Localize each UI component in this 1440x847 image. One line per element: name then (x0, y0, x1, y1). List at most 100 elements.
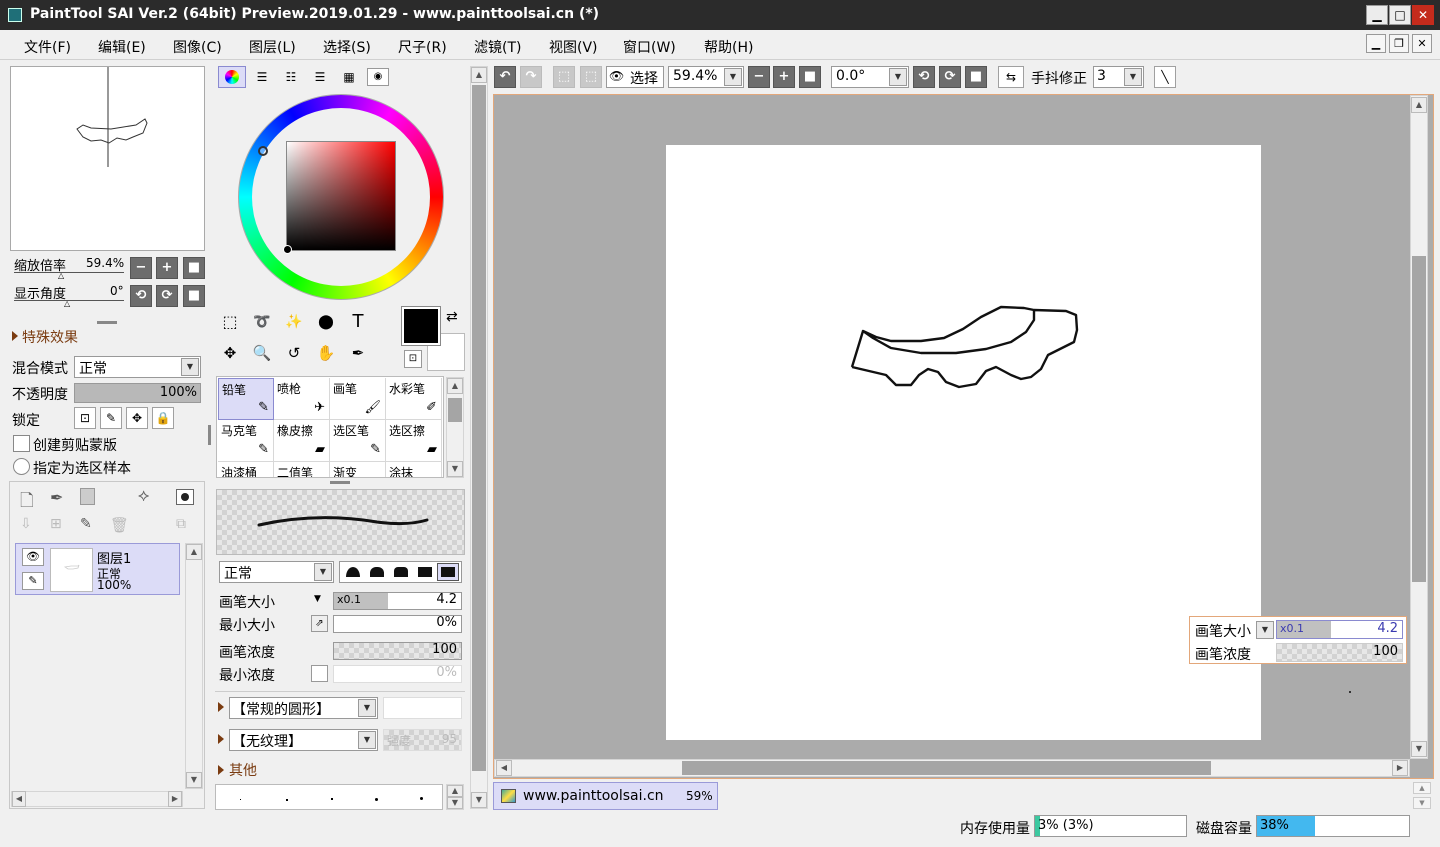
opacity-slider[interactable]: 100% (74, 383, 201, 403)
brush-density-slider[interactable]: 100 (333, 642, 462, 660)
canvas-document[interactable] (666, 145, 1261, 740)
lock-paint-icon[interactable]: ✎ (100, 407, 122, 429)
scroll-left-icon[interactable]: ◀ (12, 791, 26, 807)
special-effects-header[interactable]: 特殊效果 (22, 327, 78, 347)
layer-edit-pencil-icon[interactable]: ✎ (22, 572, 44, 590)
tool-blur[interactable]: 涂抹 (386, 462, 442, 477)
menu-layer[interactable]: 图层(L) (249, 37, 296, 57)
texture-strength-slider[interactable]: 强度 95 (383, 729, 462, 751)
doc-close-button[interactable]: ✕ (1412, 34, 1432, 53)
preset-dot[interactable] (420, 797, 423, 800)
scroll-down-icon[interactable]: ▼ (447, 797, 463, 809)
scroll-thumb[interactable] (682, 761, 1211, 775)
close-button[interactable]: ✕ (1412, 5, 1434, 25)
redo-button[interactable]: ↷ (520, 66, 542, 88)
zoom-slider-handle[interactable]: △ (58, 271, 64, 280)
expand-arrow-icon[interactable] (12, 331, 18, 341)
move-icon[interactable]: ✥ (218, 343, 242, 367)
edge-medium-icon[interactable] (370, 567, 384, 577)
brush-mode-select[interactable]: 正常 ▼ (219, 561, 334, 583)
blend-mode-select[interactable]: 正常 ▼ (74, 356, 201, 378)
new-folder-icon[interactable] (80, 488, 95, 505)
scroll-thumb[interactable] (472, 85, 486, 771)
brush-texture-select[interactable]: 【无纹理】 ▼ (229, 729, 378, 751)
transfer-down-icon[interactable]: ⇩ (20, 516, 32, 532)
preset-dot[interactable] (240, 799, 241, 800)
layer-hscrollbar[interactable]: ◀ ▶ (11, 791, 183, 807)
min-size-slider[interactable]: 0% (333, 615, 462, 633)
edge-firm-icon[interactable] (394, 567, 408, 577)
flip-horizontal-button[interactable]: ⇆ (998, 66, 1024, 88)
tool-select-eraser[interactable]: 选区擦 ▰ (386, 420, 442, 462)
edge-soft-icon[interactable] (346, 567, 360, 577)
lock-all-icon[interactable]: 🔒 (152, 407, 174, 429)
rotate-reset-button[interactable]: ■ (183, 285, 205, 307)
scroll-up-icon[interactable]: ▲ (186, 544, 202, 560)
tool-bucket[interactable]: 油漆桶 (218, 462, 274, 477)
new-layer-icon[interactable]: 🗋 (20, 488, 34, 517)
tab-scroll-down-icon[interactable]: ▼ (1413, 797, 1431, 809)
tool-binary-pen[interactable]: 二值笔 (274, 462, 330, 477)
edge-sharp-icon[interactable] (437, 563, 459, 581)
hand-icon[interactable]: ✋ (314, 343, 338, 367)
eyedropper-icon[interactable]: ✒ (346, 343, 370, 367)
preset-dot[interactable] (375, 798, 378, 801)
swap-colors-icon[interactable]: ⇄ (446, 309, 458, 325)
brush-shape-select[interactable]: 【常规的圆形】 ▼ (229, 697, 378, 719)
left-panel-splitter[interactable] (208, 425, 211, 445)
expand-arrow-icon[interactable] (218, 765, 224, 775)
scroll-down-icon[interactable]: ▼ (447, 461, 463, 477)
brush-edge-selector[interactable] (339, 561, 462, 583)
canvas-vscrollbar[interactable]: ▲ ▼ (1410, 95, 1428, 759)
size-mult-dropdown-icon[interactable]: ▼ (314, 594, 321, 604)
magic-wand-icon[interactable]: ✨ (282, 312, 306, 336)
tool-splitter[interactable] (330, 481, 350, 484)
undo-button[interactable]: ↶ (494, 66, 516, 88)
show-selection-toggle[interactable]: 👁 选择 (606, 66, 664, 88)
expand-arrow-icon[interactable] (218, 734, 224, 744)
tool-select-pen[interactable]: 选区笔 ✎ (330, 420, 386, 462)
rotate-left-button[interactable]: ⟲ (130, 285, 152, 307)
angle-slider-handle[interactable]: △ (64, 299, 70, 308)
other-settings-header[interactable]: 其他 (229, 760, 257, 780)
scroll-up-icon[interactable]: ▲ (447, 785, 463, 797)
swatches-tab[interactable]: ☰ (308, 66, 332, 88)
scroll-up-icon[interactable]: ▲ (471, 67, 487, 83)
scroll-thumb[interactable] (448, 398, 462, 422)
zoom-reset-button[interactable]: ■ (183, 257, 205, 279)
menu-view[interactable]: 视图(V) (549, 37, 598, 57)
saturation-value-square[interactable] (286, 141, 396, 251)
selection-sample-radio[interactable] (13, 458, 30, 475)
tool-eraser[interactable]: 橡皮擦 ▰ (274, 420, 330, 462)
straight-line-button[interactable]: ╲ (1154, 66, 1176, 88)
shape-icon[interactable]: ⬤ (314, 312, 338, 336)
min-density-slider[interactable]: 0% (333, 665, 462, 683)
tool-watercolor[interactable]: 水彩笔 ✐ (386, 378, 442, 420)
sv-marker[interactable] (283, 245, 292, 254)
minimize-button[interactable]: ▁ (1366, 5, 1388, 25)
zoom-slider[interactable] (14, 272, 124, 273)
toolbar-rotate-left-button[interactable]: ⟲ (913, 66, 935, 88)
scroll-down-icon[interactable]: ▼ (1411, 741, 1427, 757)
primary-color-swatch[interactable] (401, 306, 441, 346)
chevron-down-icon[interactable]: ▼ (1256, 621, 1274, 639)
scroll-left-icon[interactable]: ◀ (496, 760, 512, 776)
scratchpad-tab[interactable]: ▦ (337, 66, 361, 88)
scroll-down-icon[interactable]: ▼ (186, 772, 202, 788)
transparent-color-icon[interactable]: ⊡ (404, 350, 422, 368)
pressure-density-checkbox[interactable] (311, 665, 328, 682)
navigator-preview[interactable] (10, 66, 205, 251)
edge-hard-icon[interactable] (418, 567, 432, 577)
menu-file[interactable]: 文件(F) (24, 37, 71, 57)
doc-minimize-button[interactable]: ▁ (1366, 34, 1386, 53)
apply-mask-icon[interactable]: ⧉ (176, 516, 186, 532)
rotate-icon[interactable]: ↺ (282, 343, 306, 367)
merge-down-icon[interactable]: ⊞ (50, 516, 62, 532)
layer-row[interactable]: 👁 ✎ 图层1 正常 100% (15, 543, 180, 595)
menu-ruler[interactable]: 尺子(R) (398, 37, 447, 57)
canvas-viewport[interactable]: ▲ ▼ ◀ ▶ (493, 94, 1434, 779)
rgb-slider-tab[interactable]: ☰ (250, 66, 274, 88)
toolbar-rotate-reset-button[interactable]: ■ (965, 66, 987, 88)
menu-filter[interactable]: 滤镜(T) (474, 37, 521, 57)
tool-airbrush[interactable]: 喷枪 ✈ (274, 378, 330, 420)
